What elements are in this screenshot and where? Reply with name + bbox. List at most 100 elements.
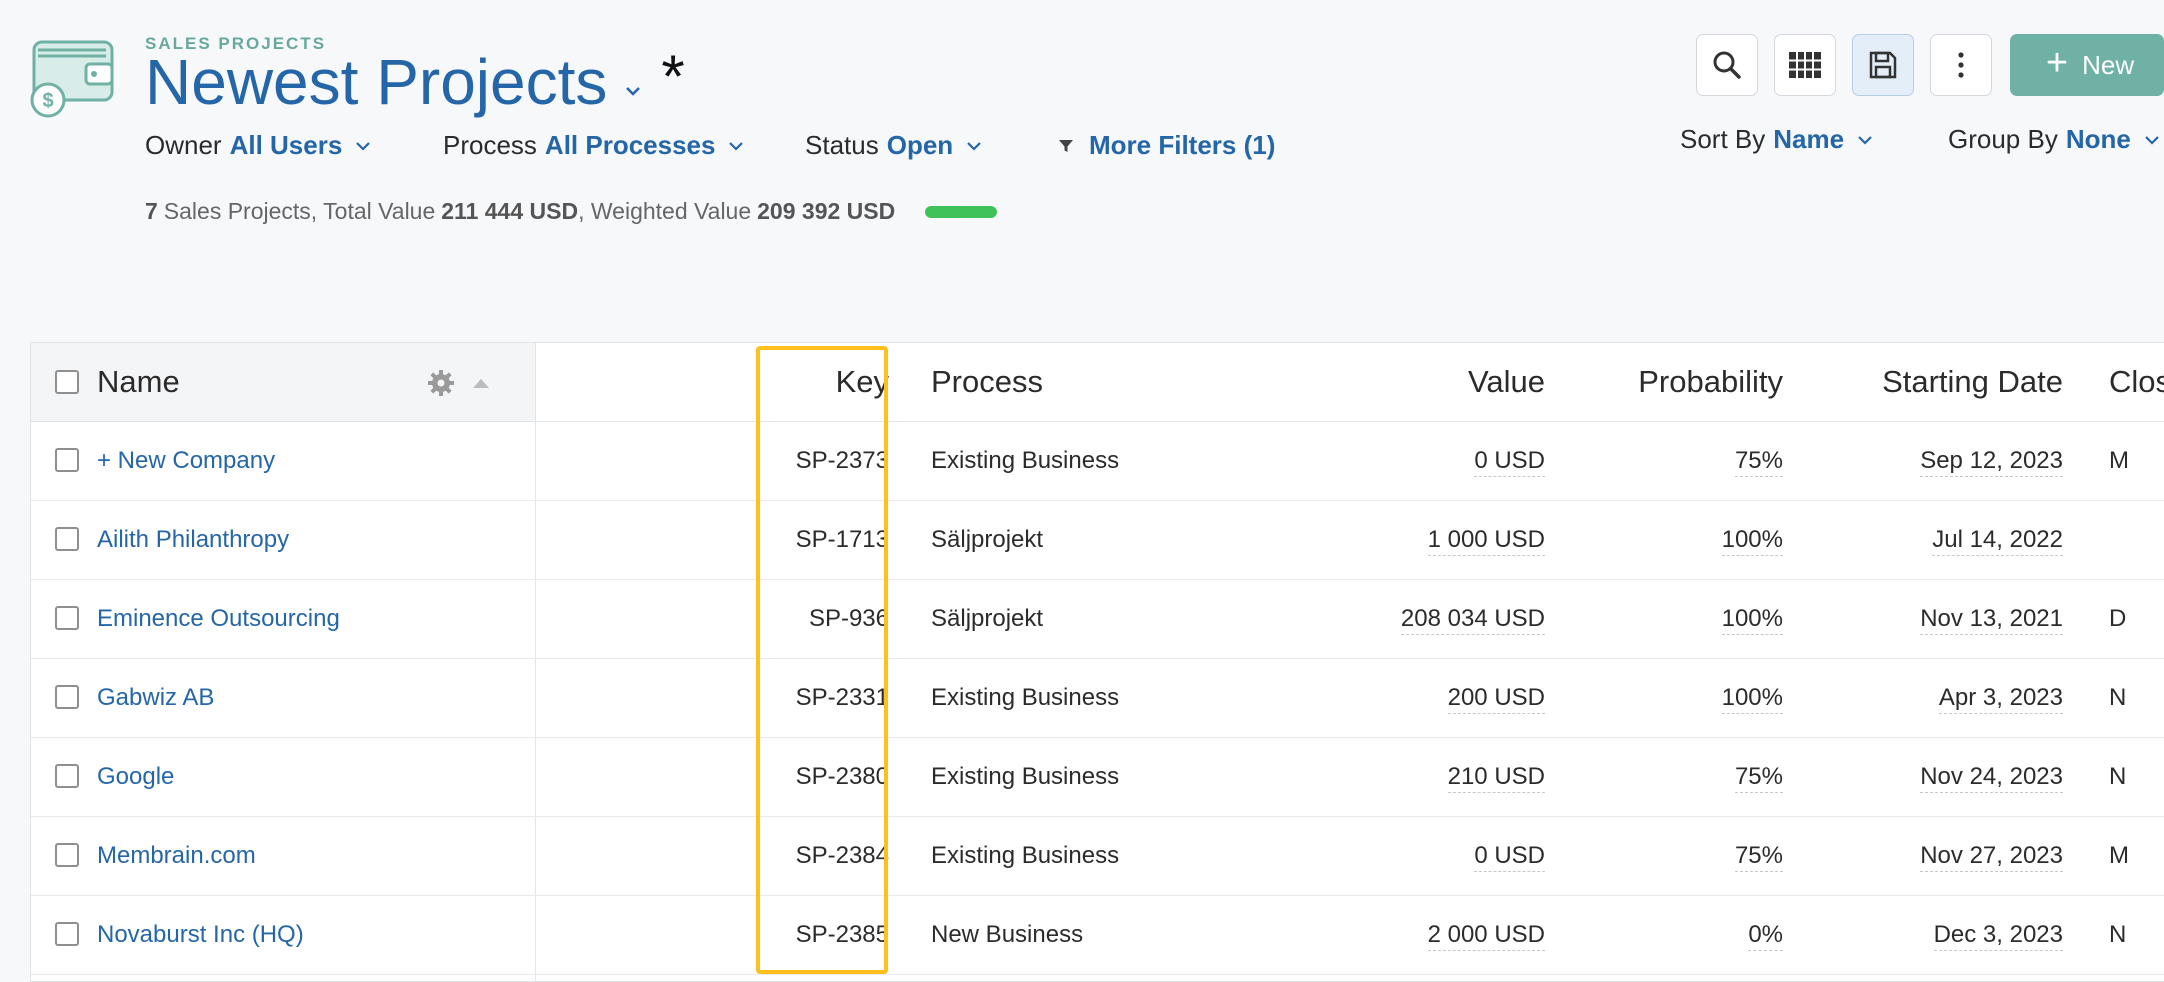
project-probability[interactable]: 75% <box>1734 763 1783 793</box>
project-value[interactable]: 210 USD <box>1447 763 1545 793</box>
table-row[interactable]: Membrain.com SP-2384 Existing Business 0 US… <box>31 816 2164 896</box>
gear-icon[interactable] <box>427 369 455 397</box>
search-button[interactable] <box>1696 34 1758 96</box>
project-value[interactable]: 2 000 USD <box>1427 921 1545 951</box>
project-closing-date: N <box>2109 921 2127 948</box>
column-header-key[interactable]: Key <box>767 343 889 421</box>
page-title[interactable]: Newest Projects <box>145 50 607 114</box>
column-header-closing[interactable]: Clos <box>2109 343 2164 421</box>
table-row[interactable]: Ailith Philanthropy SP-1713 Säljprojekt 1 0… <box>31 500 2164 580</box>
project-process: Existing Business <box>931 447 1120 474</box>
more-filters-label: More Filters (1) <box>1089 130 1276 160</box>
plus-icon: + <box>2045 42 2069 84</box>
chevron-down-icon[interactable] <box>623 81 643 101</box>
grid-icon <box>1789 52 1821 78</box>
project-value[interactable]: 1 000 USD <box>1427 526 1545 556</box>
project-probability[interactable]: 0% <box>1748 921 1783 951</box>
more-options-button[interactable] <box>1930 34 1992 96</box>
project-starting-date[interactable]: Nov 27, 2023 <box>1920 842 2063 872</box>
project-probability[interactable]: 100% <box>1721 605 1783 635</box>
project-name-link[interactable]: Gabwiz AB <box>97 684 214 711</box>
row-checkbox[interactable] <box>55 448 79 472</box>
project-process: Existing Business <box>931 842 1120 869</box>
unsaved-marker: * <box>661 43 685 110</box>
project-probability[interactable]: 75% <box>1734 447 1783 477</box>
project-starting-date[interactable]: Dec 3, 2023 <box>1933 921 2063 951</box>
project-process: Existing Business <box>931 684 1120 711</box>
weighted-value: 209 392 USD <box>757 198 896 224</box>
sort-by-dropdown[interactable]: Sort By Name <box>1680 124 1874 155</box>
project-key: SP-2373 <box>795 447 889 474</box>
project-process: Säljprojekt <box>931 526 1044 553</box>
row-checkbox[interactable] <box>55 922 79 946</box>
sort-ascending-icon[interactable] <box>471 377 491 389</box>
column-header-starting-date[interactable]: Starting Date <box>1791 343 2063 421</box>
process-filter[interactable]: Process All Processes <box>443 130 745 161</box>
total-value: 211 444 USD <box>441 198 579 224</box>
group-by-value: None <box>2065 124 2131 154</box>
chevron-down-icon <box>729 141 744 151</box>
row-checkbox[interactable] <box>55 685 79 709</box>
column-header-value[interactable]: Value <box>1331 343 1545 421</box>
process-filter-value: All Processes <box>544 130 716 160</box>
more-vertical-icon <box>1958 52 1964 78</box>
table-row[interactable]: Google SP-2380 Existing Business 210 USD 75%… <box>31 737 2164 817</box>
search-icon <box>1713 51 1741 79</box>
owner-filter[interactable]: Owner All Users <box>145 130 372 161</box>
column-header-probability[interactable]: Probability <box>1571 343 1783 421</box>
select-all-checkbox[interactable] <box>55 370 79 394</box>
group-by-dropdown[interactable]: Group By None <box>1948 124 2161 155</box>
row-checkbox[interactable] <box>55 527 79 551</box>
project-starting-date[interactable]: Nov 13, 2021 <box>1920 605 2063 635</box>
status-filter[interactable]: Status Open <box>805 130 983 161</box>
project-value[interactable]: 0 USD <box>1474 842 1545 872</box>
row-checkbox[interactable] <box>55 843 79 867</box>
progress-fill <box>925 205 998 218</box>
new-project-button[interactable]: + New <box>2010 34 2164 96</box>
project-key: SP-936 <box>808 605 889 632</box>
project-probability[interactable]: 75% <box>1734 842 1783 872</box>
projects-table: Name Key Process Value Probability Start… <box>30 342 2164 982</box>
project-value[interactable]: 0 USD <box>1474 447 1545 477</box>
project-starting-date[interactable]: Apr 3, 2023 <box>1938 684 2063 714</box>
project-starting-date[interactable]: Nov 24, 2023 <box>1920 763 2063 793</box>
owner-filter-value: All Users <box>229 130 343 160</box>
project-key: SP-2380 <box>795 763 889 790</box>
column-header-process[interactable]: Process <box>931 343 1043 421</box>
table-row[interactable]: Novaburst Inc (HQ) SP-2385 New Business 2 0… <box>31 895 2164 975</box>
chevron-down-icon <box>356 141 371 151</box>
project-closing-date: N <box>2109 763 2127 790</box>
table-row[interactable]: Eminence Outsourcing SP-936 Säljprojekt 208… <box>31 579 2164 659</box>
table-row[interactable]: Gabwiz AB SP-2331 Existing Business 200 USD… <box>31 658 2164 738</box>
columns-button[interactable] <box>1774 34 1836 96</box>
row-checkbox[interactable] <box>55 606 79 630</box>
filter-icon <box>1059 139 1073 152</box>
project-process: New Business <box>931 921 1084 948</box>
project-name-link[interactable]: Ailith Philanthropy <box>97 526 289 553</box>
project-starting-date[interactable]: Sep 12, 2023 <box>1920 447 2063 477</box>
project-name-link[interactable]: Membrain.com <box>97 842 256 869</box>
project-closing-date: D <box>2109 605 2127 632</box>
project-probability[interactable]: 100% <box>1721 684 1783 714</box>
row-checkbox[interactable] <box>55 764 79 788</box>
project-name-link[interactable]: Novaburst Inc (HQ) <box>97 921 304 948</box>
project-name-link[interactable]: Google <box>97 763 174 790</box>
project-key: SP-2385 <box>795 921 889 948</box>
project-value[interactable]: 208 034 USD <box>1400 605 1545 635</box>
project-process: Säljprojekt <box>931 605 1044 632</box>
project-probability[interactable]: 100% <box>1721 526 1783 556</box>
process-filter-label: Process <box>443 130 537 160</box>
more-filters-button[interactable]: More Filters (1) <box>1057 130 1275 161</box>
project-value[interactable]: 200 USD <box>1447 684 1545 714</box>
project-starting-date[interactable]: Jul 14, 2022 <box>1932 526 2063 556</box>
project-count: 7 <box>145 198 158 224</box>
save-view-button[interactable] <box>1852 34 1914 96</box>
column-header-name[interactable]: Name <box>97 343 180 421</box>
project-name-link[interactable]: + New Company <box>97 447 275 474</box>
project-key: SP-2331 <box>795 684 889 711</box>
table-header: Name Key Process Value Probability Start… <box>31 343 2164 422</box>
summary-line: 7 Sales Projects, Total Value 211 444 US… <box>145 198 998 225</box>
sort-by-label: Sort By <box>1680 124 1766 154</box>
table-row[interactable]: + New Company SP-2373 Existing Business 0 U… <box>31 421 2164 501</box>
project-name-link[interactable]: Eminence Outsourcing <box>97 605 340 632</box>
